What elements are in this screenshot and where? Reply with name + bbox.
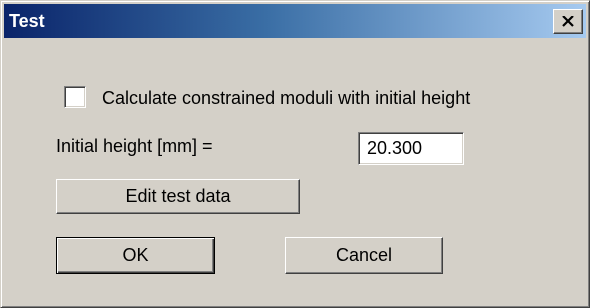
initial-height-input[interactable]	[358, 132, 464, 165]
title-bar[interactable]: Test	[4, 4, 586, 38]
close-icon	[562, 16, 574, 27]
constrained-moduli-label[interactable]: Calculate constrained moduli with initia…	[102, 86, 470, 110]
ok-button[interactable]: OK	[56, 237, 215, 274]
constrained-moduli-checkbox[interactable]	[64, 86, 86, 108]
initial-height-label: Initial height [mm] =	[56, 136, 213, 156]
test-dialog: Test Calculate constrained moduli with i…	[0, 0, 590, 308]
window-title: Test	[9, 11, 45, 31]
cancel-button[interactable]: Cancel	[285, 237, 443, 274]
edit-test-data-button[interactable]: Edit test data	[56, 179, 300, 214]
close-button[interactable]	[553, 9, 583, 34]
